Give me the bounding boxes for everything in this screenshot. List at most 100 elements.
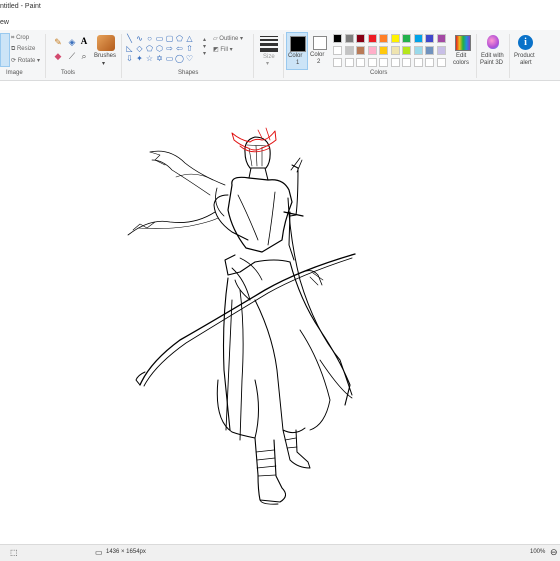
colors-group-label: Colors [370, 70, 388, 76]
edit-colors-button[interactable]: Edit colors [451, 33, 473, 69]
zoom-out-icon[interactable]: ⊖ [550, 547, 558, 558]
resize-button[interactable]: ⧉ Resize [11, 46, 35, 53]
custom-color-slot[interactable] [436, 58, 446, 67]
palette-swatch[interactable] [333, 46, 342, 55]
palette-swatch[interactable] [425, 34, 434, 43]
canvas-dimensions: 1436 × 1654px [106, 549, 146, 555]
paint3d-icon [487, 35, 499, 49]
palette-swatch[interactable] [402, 46, 411, 55]
color1-swatch [290, 36, 306, 52]
fill-icon[interactable]: ◈ [66, 36, 78, 48]
custom-color-slot[interactable] [402, 58, 411, 67]
outline-button[interactable]: ▱ Outline ▾ [213, 35, 243, 42]
window-title: ntitled - Paint [0, 3, 41, 10]
line-shape-icon[interactable]: ╲ [125, 34, 134, 43]
palette-swatch[interactable] [367, 46, 377, 55]
text-icon[interactable]: A [78, 35, 90, 47]
pentagon-shape-icon[interactable]: ⬠ [145, 44, 154, 53]
palette-swatch[interactable] [413, 46, 423, 55]
star5-shape-icon[interactable]: ☆ [145, 54, 154, 63]
select-button[interactable] [0, 33, 10, 67]
rectangle-shape-icon[interactable]: ▭ [155, 34, 164, 43]
triangle-shape-icon[interactable]: △ [185, 34, 194, 43]
palette-swatch[interactable] [425, 46, 434, 55]
palette-swatch[interactable] [379, 34, 388, 43]
separator [121, 34, 122, 78]
crop-icon: ⌗ [11, 35, 15, 41]
palette-swatch[interactable] [390, 46, 400, 55]
curve-shape-icon[interactable]: ∿ [135, 34, 144, 43]
separator [283, 34, 284, 78]
polygon-shape-icon[interactable]: ⬠ [175, 34, 184, 43]
callout-shape-icon[interactable]: ▭ [165, 54, 174, 63]
rounded-rectangle-shape-icon[interactable]: ▢ [165, 34, 174, 43]
shapes-group-label: Shapes [178, 70, 199, 76]
palette-swatch[interactable] [390, 34, 400, 43]
info-icon: i [518, 35, 533, 50]
palette-swatch[interactable] [413, 34, 423, 43]
custom-color-slot[interactable] [356, 58, 365, 67]
separator [509, 34, 510, 78]
arrow-right-shape-icon[interactable]: ⇨ [165, 44, 174, 53]
custom-color-slot[interactable] [425, 58, 434, 67]
crop-button[interactable]: ⌗ Crop [11, 35, 29, 42]
palette-swatch[interactable] [356, 46, 365, 55]
separator [253, 34, 254, 78]
diamond-shape-icon[interactable]: ◇ [135, 44, 144, 53]
drawing-canvas[interactable] [0, 81, 560, 543]
resize-icon: ⧉ [11, 46, 16, 52]
palette-swatch[interactable] [344, 46, 354, 55]
custom-color-slot[interactable] [367, 58, 377, 67]
zoom-level: 100% [530, 549, 546, 555]
tools-group-label: Tools [61, 70, 76, 76]
palette-swatch[interactable] [379, 46, 388, 55]
heart-shape-icon[interactable]: ♡ [185, 54, 194, 63]
custom-color-slot[interactable] [344, 58, 354, 67]
edit-paint3d-button[interactable]: Edit with Paint 3D [479, 33, 507, 69]
palette-swatch[interactable] [356, 34, 365, 43]
custom-color-slot[interactable] [379, 58, 388, 67]
arrow-left-shape-icon[interactable]: ⇦ [175, 44, 184, 53]
shapes-scroll[interactable]: ▴ ▾ ▾ [203, 36, 206, 57]
color-picker-icon[interactable]: ⟋ [66, 50, 78, 62]
palette-swatch[interactable] [436, 46, 446, 55]
separator [476, 34, 477, 78]
palette-swatch[interactable] [436, 34, 446, 43]
select-status-icon: ⬚ [10, 548, 18, 557]
palette-swatch[interactable] [333, 34, 342, 43]
outline-icon: ▱ [213, 36, 218, 42]
size-button[interactable]: Size ▾ [258, 34, 280, 67]
arrow-up-shape-icon[interactable]: ⇧ [185, 44, 194, 53]
custom-color-slot[interactable] [333, 58, 342, 67]
fill-button[interactable]: ◩ Fill ▾ [213, 46, 233, 53]
ninja-sketch-drawing [127, 127, 356, 505]
status-bar: ⬚ ▭ 1436 × 1654px 100% ⊖ [0, 544, 560, 561]
star4-shape-icon[interactable]: ✦ [135, 54, 144, 63]
separator [45, 34, 46, 78]
oval-shape-icon[interactable]: ○ [145, 34, 154, 43]
pencil-icon[interactable]: ✎ [52, 36, 64, 48]
hexagon-shape-icon[interactable]: ⬡ [155, 44, 164, 53]
arrow-down-shape-icon[interactable]: ⇩ [125, 54, 134, 63]
magnifier-icon[interactable]: ⌕ [78, 50, 90, 62]
custom-color-slot[interactable] [390, 58, 400, 67]
eraser-icon[interactable]: ◆ [52, 50, 64, 62]
star6-shape-icon[interactable]: ✡ [155, 54, 164, 63]
custom-color-slot[interactable] [413, 58, 423, 67]
callout-oval-shape-icon[interactable]: ◯ [175, 54, 184, 63]
palette-swatch[interactable] [344, 34, 354, 43]
ribbon: ⌗ Crop ⧉ Resize ⟳ Rotate ▾ Image ✎ ◈ A ◆… [0, 30, 560, 81]
palette-swatch[interactable] [402, 34, 411, 43]
palette-swatch[interactable] [367, 34, 377, 43]
product-alert-button[interactable]: i Product alert [512, 33, 540, 69]
right-triangle-shape-icon[interactable]: ◺ [125, 44, 134, 53]
color1-button[interactable]: Color 1 [286, 32, 308, 70]
brush-icon [97, 35, 115, 51]
brushes-button[interactable]: Brushes ▾ [92, 33, 120, 67]
color2-button[interactable]: Color 2 [310, 32, 330, 70]
menu-view[interactable]: ew [0, 19, 9, 26]
rotate-icon: ⟳ [11, 58, 17, 64]
rotate-button[interactable]: ⟳ Rotate ▾ [11, 57, 40, 64]
title-bar: ntitled - Paint [0, 0, 560, 16]
canvas-size-icon: ▭ [95, 548, 103, 557]
